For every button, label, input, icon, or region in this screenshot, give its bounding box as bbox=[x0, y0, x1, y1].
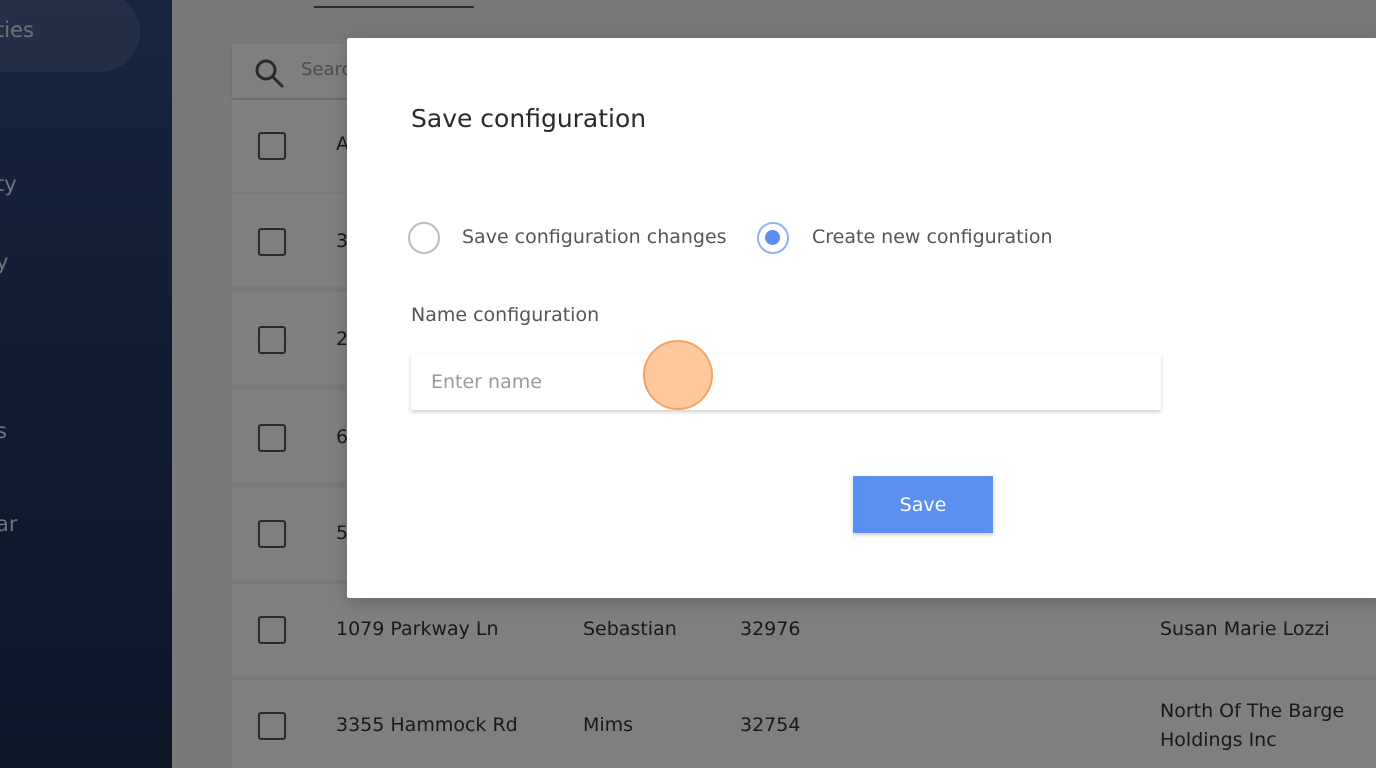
save-changes-label[interactable]: Save configuration changes bbox=[462, 226, 727, 248]
dialog-title: Save configuration bbox=[411, 104, 647, 133]
save-button[interactable]: Save bbox=[853, 476, 993, 533]
create-new-label[interactable]: Create new configuration bbox=[812, 226, 1053, 248]
name-configuration-label: Name configuration bbox=[411, 304, 600, 326]
save-configuration-dialog: Save configuration Save configuration ch… bbox=[347, 38, 1376, 598]
configuration-name-input[interactable] bbox=[411, 354, 1161, 410]
click-indicator bbox=[643, 340, 713, 410]
create-new-radio[interactable] bbox=[757, 222, 789, 254]
save-changes-radio[interactable] bbox=[408, 222, 440, 254]
